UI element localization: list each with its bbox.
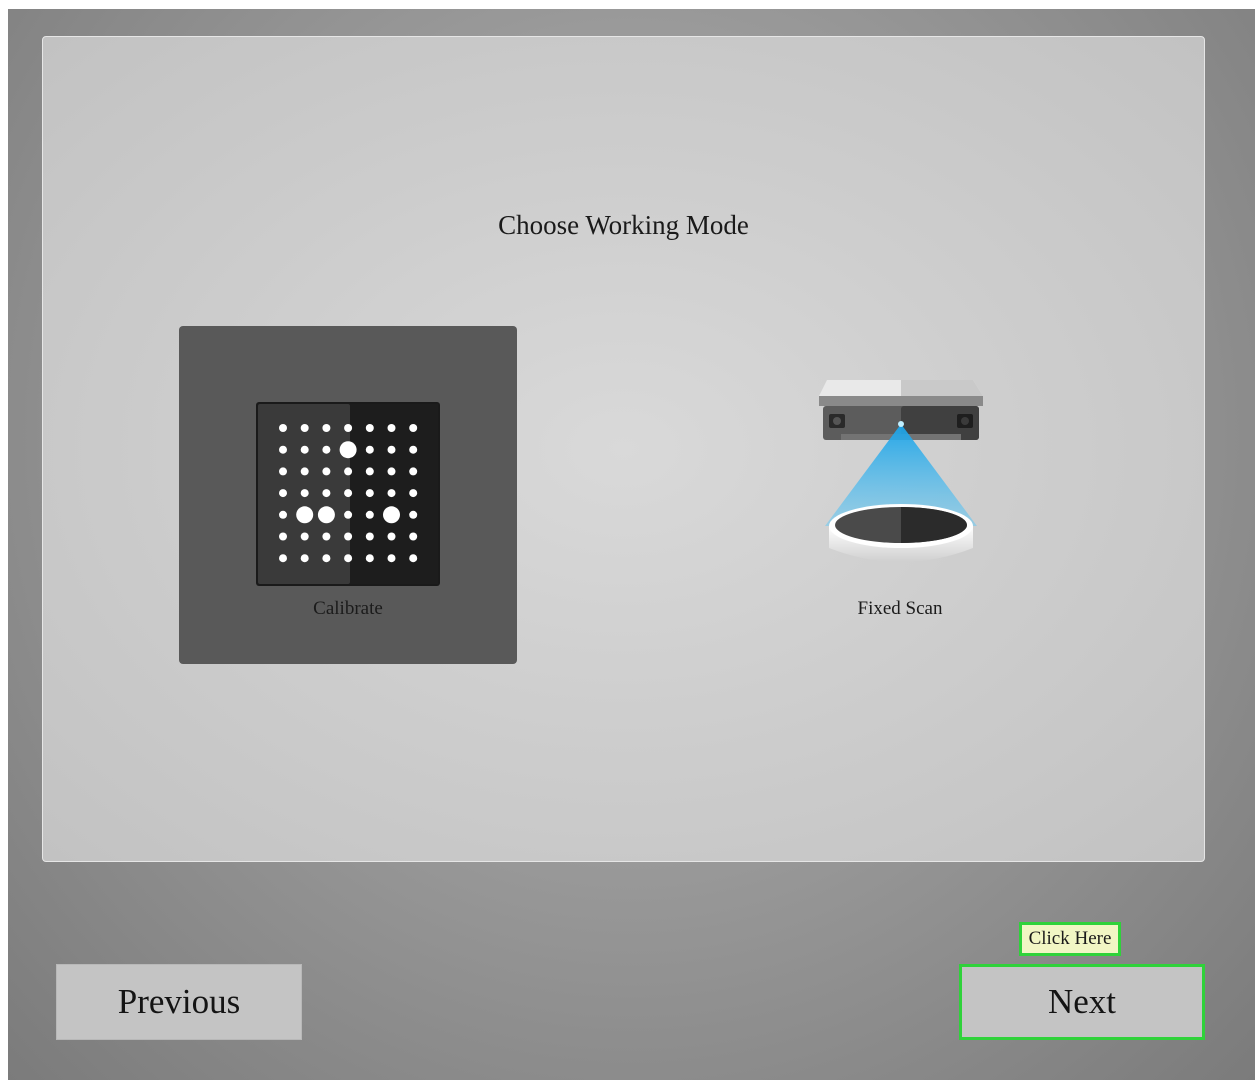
calibration-dot <box>409 445 418 454</box>
calibration-dot <box>387 467 396 476</box>
calibration-dot <box>296 506 314 524</box>
previous-button[interactable]: Previous <box>56 964 302 1040</box>
calibration-dot <box>365 467 374 476</box>
calibration-dot <box>409 510 418 519</box>
mode-card-fixed-scan[interactable]: Fixed Scan <box>731 326 1069 664</box>
calibration-dot <box>344 554 353 563</box>
calibration-dot <box>279 489 287 498</box>
calibration-dot <box>409 554 418 563</box>
calibration-dot <box>409 424 418 432</box>
calibration-dot <box>383 506 400 524</box>
calibration-dot <box>344 510 353 519</box>
calibration-dot <box>279 445 287 454</box>
calibration-dot <box>365 445 374 454</box>
mode-card-calibrate[interactable]: Calibrate <box>179 326 517 664</box>
calibration-dot <box>279 554 287 563</box>
calibration-dot <box>300 467 309 476</box>
calibration-dot <box>344 489 353 498</box>
click-here-hint: Click Here <box>1019 922 1121 956</box>
calibration-dot <box>365 532 374 541</box>
mode-selection-panel: Choose Working Mode Calibrate Fixed Scan <box>42 36 1205 862</box>
calibration-dot <box>365 489 374 498</box>
calibration-dot <box>409 532 418 541</box>
calibration-dot <box>300 445 309 454</box>
calibration-dot <box>344 467 353 476</box>
calibration-dot <box>387 424 396 432</box>
calibration-dot <box>365 554 374 563</box>
calibration-dot <box>409 489 418 498</box>
calibration-dot <box>387 445 396 454</box>
calibration-dot <box>317 506 335 524</box>
calibration-dot <box>322 445 331 454</box>
calibration-dot <box>344 424 353 432</box>
calibration-dot <box>365 424 374 432</box>
calibration-dot <box>387 489 396 498</box>
calibration-dot <box>279 424 287 432</box>
calibration-dot <box>387 554 396 563</box>
mode-label-calibrate: Calibrate <box>313 598 383 619</box>
calibration-dot <box>300 532 309 541</box>
calibration-board-icon <box>256 402 440 586</box>
calibration-dot <box>279 532 287 541</box>
calibration-dot <box>365 510 374 519</box>
calibration-dot <box>300 554 309 563</box>
calibration-dot <box>322 424 331 432</box>
calibration-dot <box>322 554 331 563</box>
page-title: Choose Working Mode <box>498 210 749 240</box>
calibration-dot <box>409 467 418 476</box>
mode-label-fixed-scan: Fixed Scan <box>857 598 943 619</box>
calibration-dot <box>279 467 287 476</box>
wizard-window: Choose Working Mode Calibrate Fixed Scan… <box>8 9 1255 1080</box>
calibration-dot <box>322 489 331 498</box>
calibration-dot <box>300 489 309 498</box>
calibration-dot <box>279 510 287 519</box>
scanner-turntable-icon <box>819 380 983 562</box>
calibration-dot <box>387 532 396 541</box>
next-button[interactable]: Next <box>959 964 1205 1040</box>
calibration-dot <box>344 532 353 541</box>
calibration-dot <box>300 424 309 432</box>
calibration-dot <box>339 441 357 459</box>
calibration-dot <box>322 467 331 476</box>
calibration-dot <box>322 532 331 541</box>
